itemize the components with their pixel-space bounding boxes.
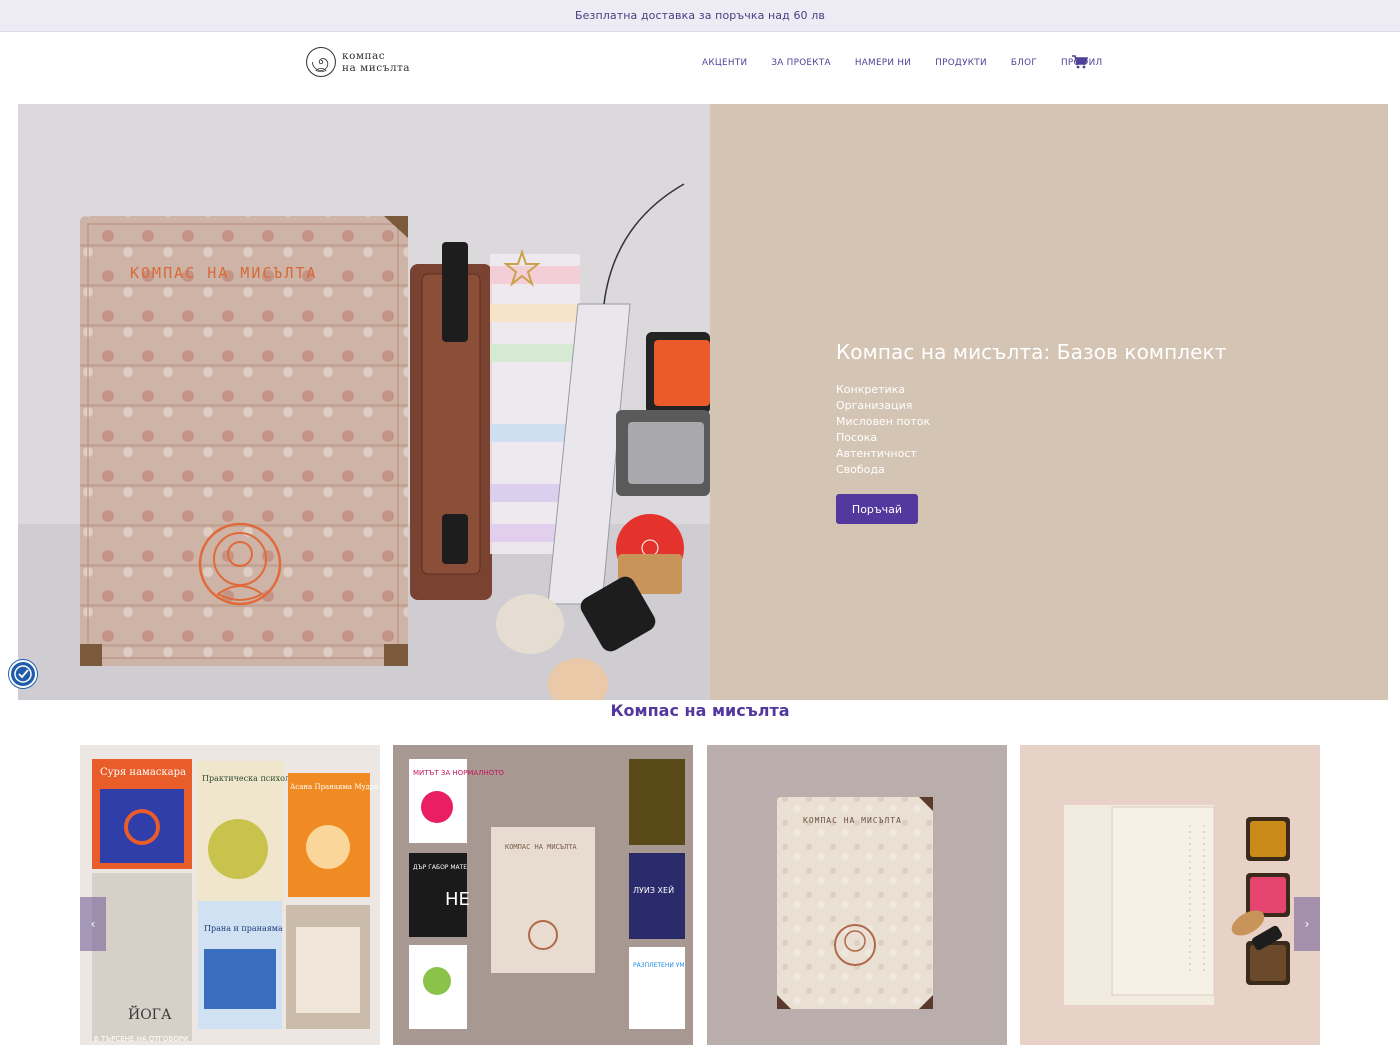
nav-find-us[interactable]: НАМЕРИ НИ [843,54,923,72]
main-nav: АКЦЕНТИ ЗА ПРОЕКТА НАМЕРИ НИ ПРОДУКТИ БЛ… [690,54,1114,72]
carousel-next-button[interactable]: › [1294,897,1320,951]
feature-item: Мисловен поток [836,415,931,428]
feature-item: Свобода [836,463,885,476]
cover-title: Суря намаскара [100,767,186,778]
hero-banner: КОМПАС НА МИСЪЛТА Компас на мисълта: Баз… [18,104,1388,700]
cover-title: Асана Пранаяма Мудра Бандха [290,783,380,791]
spiral-lotus-logo-icon [306,47,336,77]
carousel-card-notebook-box[interactable]: КОМПАС НА МИСЪЛТА [707,745,1007,1045]
hero-features: Конкретика Организация Мисловен поток По… [836,382,1356,478]
announcement-bar: Безплатна доставка за поръчка над 60 лв [0,0,1400,32]
feature-item: Конкретика [836,383,906,396]
brand-line-1: компас [342,50,386,62]
cover-title: ДЪР ГАБОР МАТЕ [413,864,467,871]
nav-blog[interactable]: БЛОГ [999,54,1049,72]
hero-copy: Компас на мисълта: Базов комплект Конкре… [836,340,1356,524]
cover-title: В ТЪРСЕНЕ НА ОТГОВОРИ [94,1035,188,1043]
brand-name: компас на мисълта [342,50,410,74]
site-header: компас на мисълта АКЦЕНТИ ЗА ПРОЕКТА НАМ… [0,32,1400,102]
carousel-prev-button[interactable]: ‹ [80,897,106,951]
chevron-right-icon: › [1304,917,1310,931]
hero-product-image: КОМПАС НА МИСЪЛТА [18,104,710,700]
order-button[interactable]: Поръчай [836,494,918,524]
nav-products[interactable]: ПРОДУКТИ [923,54,999,72]
cover-title: ЛУИЗ ХЕЙ [633,884,674,895]
carousel-card-planner-stamps[interactable] [1020,745,1320,1045]
cover-title: МИТЪТ ЗА НОРМАЛНОТО [413,769,505,777]
carousel-card-mate-books[interactable]: МИТЪТ ЗА НОРМАЛНОТО ДЪР ГАБОР МАТЕ НЕ КО… [393,745,693,1045]
carousel-card-yoga-books[interactable]: Суря намаскара Практическа психология на… [80,745,380,1045]
accessibility-widget-button[interactable] [9,660,37,688]
cover-title: НЕ [445,889,470,910]
nav-about[interactable]: ЗА ПРОЕКТА [759,54,843,72]
brand-line-2: на мисълта [342,62,411,74]
notebook-cover-title: КОМПАС НА МИСЪЛТА [130,264,318,282]
feature-item: Организация [836,399,913,412]
chevron-left-icon: ‹ [90,917,96,931]
hero-title: Компас на мисълта: Базов комплект [836,340,1227,364]
cover-title: КОМПАС НА МИСЪЛТА [505,843,577,851]
announcement-text: Безплатна доставка за поръчка над 60 лв [575,9,825,22]
accessibility-icon [14,665,32,683]
feature-item: Автентичност [836,447,917,460]
cover-title: КОМПАС НА МИСЪЛТА [803,816,902,825]
brand-logo[interactable]: компас на мисълта [304,42,424,82]
cover-title: Прана и пранаяма [204,924,283,933]
nav-highlights[interactable]: АКЦЕНТИ [690,54,759,72]
section-title: Компас на мисълта [610,701,790,720]
cover-title: РАЗПЛЕТЕНИ УМ [633,962,685,969]
feature-item: Посока [836,431,878,444]
cover-title: ЙОГА [128,1004,172,1023]
notebook-image: КОМПАС НА МИСЪЛТА [80,216,408,666]
cart-icon[interactable] [1072,55,1088,69]
